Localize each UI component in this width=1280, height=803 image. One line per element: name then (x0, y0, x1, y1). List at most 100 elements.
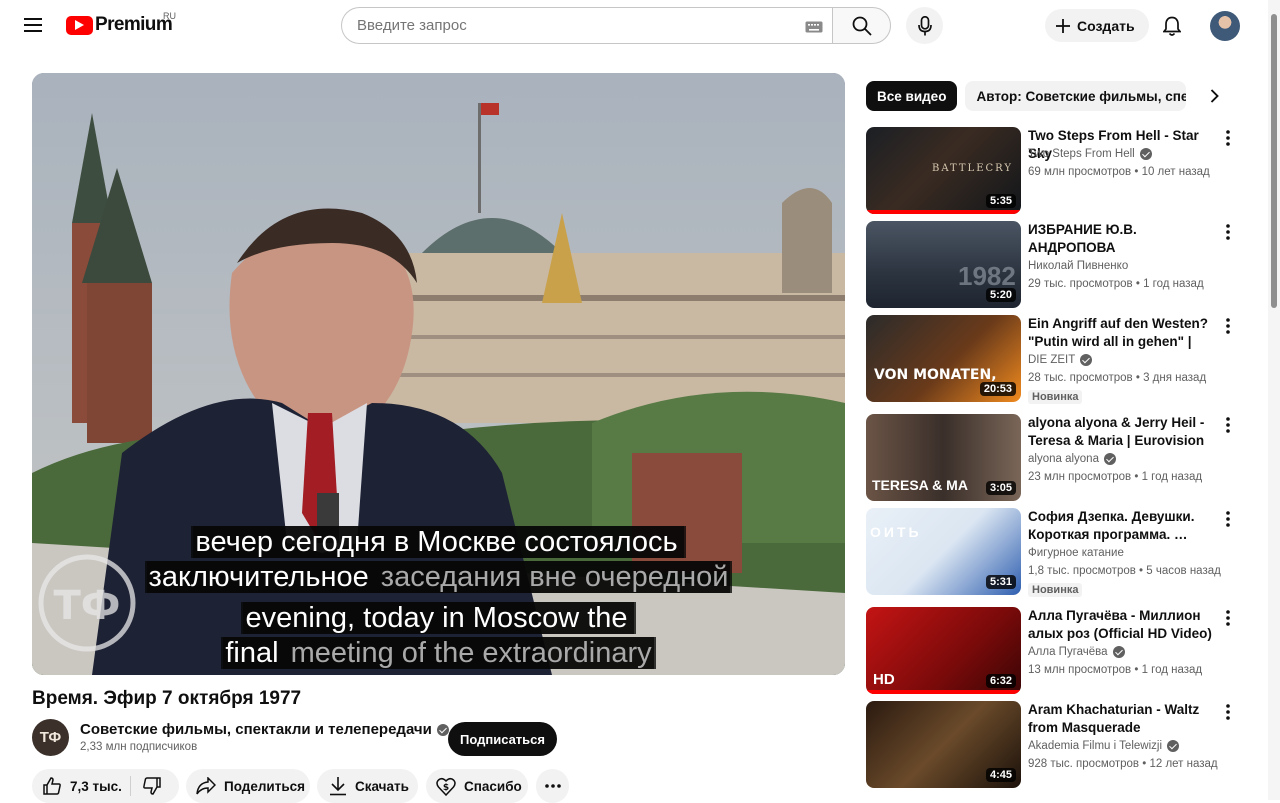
duration-badge: 6:32 (985, 674, 1016, 688)
recommendation-channel[interactable]: DIE ZEIT (1028, 354, 1093, 366)
recommendation-meta: 13 млн просмотров • 1 год назад (1028, 664, 1203, 676)
svg-text:$: $ (443, 783, 449, 793)
more-vertical-icon (1226, 318, 1230, 334)
more-vertical-icon (1226, 610, 1230, 626)
search-icon (852, 16, 872, 36)
more-options-button[interactable] (1220, 703, 1236, 721)
download-button[interactable]: Скачать (317, 769, 418, 803)
youtube-premium-logo[interactable]: Premium (66, 14, 173, 36)
more-vertical-icon (1226, 224, 1230, 240)
video-thumbnail[interactable]: 4:45 (866, 701, 1021, 788)
recommendation-meta: 928 тыс. просмотров • 12 лет назад (1028, 758, 1218, 770)
more-options-button[interactable] (1220, 416, 1236, 434)
recommendation-item[interactable]: HD 6:32 Алла Пугачёва - Миллион алых роз (… (866, 607, 1256, 695)
voice-search-button[interactable] (906, 7, 943, 44)
subscribe-button[interactable]: Подписаться (448, 722, 557, 756)
like-dislike-group: 7,3 тыс. (32, 769, 179, 803)
microphone-icon (917, 15, 932, 35)
recommendation-title[interactable]: София Дзепка. Девушки. Короткая программ… (1028, 508, 1214, 544)
verified-icon (1080, 354, 1093, 366)
recommendation-meta: 23 млн просмотров • 1 год назад (1028, 471, 1203, 483)
caption-line-3: evening, today in Moscow the (32, 601, 845, 635)
like-count: 7,3 тыс. (70, 778, 122, 794)
notifications-button[interactable] (1155, 9, 1189, 43)
recommendation-channel[interactable]: Two Steps From Hell (1028, 148, 1152, 160)
recommendation-title[interactable]: Ein Angriff auf den Westen? "Putin wird … (1028, 315, 1214, 351)
chip-channel[interactable]: Автор: Советские фильмы, спектакли и тел… (965, 81, 1187, 111)
menu-icon[interactable] (16, 8, 50, 42)
recommendation-item[interactable]: TERESA & MA 3:05 alyona alyona & Jerry Hei… (866, 414, 1256, 502)
watch-progress-bar (866, 690, 1021, 694)
more-options-button[interactable] (1220, 510, 1236, 528)
video-title: Время. Эфир 7 октября 1977 (32, 688, 302, 709)
more-options-button[interactable] (1220, 129, 1236, 147)
video-thumbnail[interactable]: TERESA & MA 3:05 (866, 414, 1021, 501)
subscriber-count: 2,33 млн подписчиков (80, 741, 198, 753)
like-button[interactable]: 7,3 тыс. (42, 776, 122, 796)
verified-icon (436, 723, 449, 736)
more-vertical-icon (1226, 130, 1230, 146)
recommendation-title[interactable]: alyona alyona & Jerry Heil - Teresa & Ma… (1028, 414, 1214, 450)
thumbnail-text: HD (873, 671, 895, 688)
channel-avatar[interactable]: ТФ (32, 719, 69, 756)
video-thumbnail[interactable]: HD 6:32 (866, 607, 1021, 694)
chevron-right-icon (1210, 89, 1219, 103)
verified-icon (1139, 148, 1152, 160)
recommendation-title[interactable]: Алла Пугачёва - Миллион алых роз (Offici… (1028, 607, 1214, 643)
new-badge: Новинка (1028, 390, 1083, 404)
scrollbar-thumb[interactable] (1271, 14, 1277, 308)
thanks-button[interactable]: $ Спасибо (426, 769, 528, 803)
chip-all-videos[interactable]: Все видео (866, 81, 958, 111)
duration-badge: 4:45 (985, 768, 1016, 782)
video-player[interactable]: ТФ вечер сегодня в Москве состоялось зак… (32, 73, 845, 675)
recommendation-channel[interactable]: Николай Пивненко (1028, 260, 1128, 272)
recommendation-channel[interactable]: Akademia Filmu i Telewizji (1028, 740, 1179, 752)
recommendation-meta: 1,8 тыс. просмотров • 5 часов назад (1028, 565, 1221, 577)
chips-next-button[interactable] (1200, 82, 1228, 110)
more-options-button[interactable] (1220, 223, 1236, 241)
recommendation-item[interactable]: BATTLECRY 5:35 Two Steps From Hell - Star … (866, 127, 1256, 215)
more-options-button[interactable] (1220, 609, 1236, 627)
recommendation-meta: 69 млн просмотров • 10 лет назад (1028, 166, 1210, 178)
dislike-button[interactable] (142, 776, 162, 799)
top-bar: Premium RU Создать (0, 0, 1280, 52)
page-scrollbar[interactable] (1268, 0, 1280, 800)
search-input[interactable] (357, 17, 777, 34)
country-code: RU (163, 11, 176, 21)
recommendation-channel[interactable]: Алла Пугачёва (1028, 646, 1125, 658)
recommendation-item[interactable]: VON MONATEN, 20:53 Ein Angriff auf den Wes… (866, 315, 1256, 404)
more-actions-button[interactable] (536, 769, 569, 803)
verified-icon (1167, 740, 1179, 752)
video-thumbnail[interactable]: ОИТЬ 5:31 (866, 508, 1021, 595)
divider (130, 776, 131, 796)
recommendation-item[interactable]: 19825:20ИЗБРАНИЕ Ю.В. АНДРОПОВА ГЕНЕРАЛЬ… (866, 221, 1256, 309)
create-label: Создать (1077, 17, 1135, 34)
share-button[interactable]: Поделиться (186, 769, 310, 803)
recommendation-title[interactable]: Aram Khachaturian - Waltz from Masquerad… (1028, 701, 1214, 737)
more-horizontal-icon (544, 784, 561, 788)
more-options-button[interactable] (1220, 317, 1236, 335)
video-thumbnail[interactable]: VON MONATEN, 20:53 (866, 315, 1021, 402)
bell-icon (1163, 16, 1181, 36)
recommendation-item[interactable]: 4:45 Aram Khachaturian - Waltz from Masqu… (866, 701, 1256, 789)
caption-line-2: заключительное заседания вне очередной (32, 560, 845, 594)
share-icon (196, 777, 216, 795)
duration-badge: 3:05 (985, 481, 1016, 495)
thumbnail-text: VON MONATEN, (874, 367, 997, 383)
keyboard-icon[interactable] (805, 20, 823, 38)
video-thumbnail[interactable]: BATTLECRY 5:35 (866, 127, 1021, 214)
recommendation-item[interactable]: ОИТЬ 5:31 София Дзепка. Девушки. Короткая … (866, 508, 1256, 597)
recommendation-channel[interactable]: alyona alyona (1028, 453, 1116, 465)
thumbnail-text: BATTLECRY (932, 163, 1013, 174)
channel-name[interactable]: Советские фильмы, спектакли и телепереда… (80, 721, 449, 738)
recommendation-title[interactable]: ИЗБРАНИЕ Ю.В. АНДРОПОВА ГЕНЕРАЛЬНЫМ СЕКР… (1028, 221, 1214, 257)
user-avatar[interactable] (1210, 11, 1240, 41)
search-button[interactable] (832, 7, 891, 44)
recommendation-channel[interactable]: Фигурное катание (1028, 547, 1124, 559)
heart-dollar-icon: $ (436, 777, 456, 796)
more-vertical-icon (1226, 417, 1230, 433)
download-icon (330, 777, 346, 796)
create-button[interactable]: Создать (1045, 9, 1149, 42)
thumbs-up-icon (43, 777, 61, 795)
video-thumbnail[interactable]: 1982 5:20 (866, 221, 1021, 308)
